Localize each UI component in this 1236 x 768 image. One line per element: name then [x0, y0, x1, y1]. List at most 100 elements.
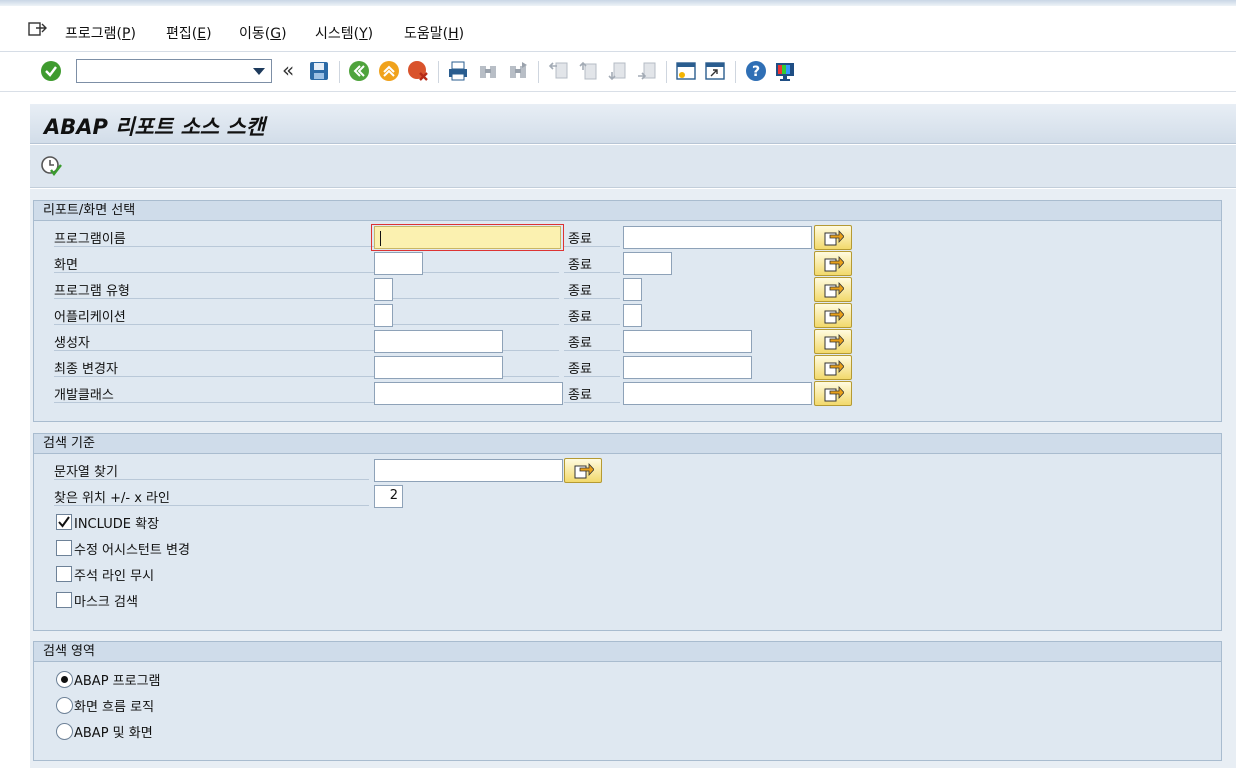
label-underline: [54, 505, 369, 506]
collapse-command-field-icon[interactable]: «: [282, 60, 294, 80]
previous-page-icon[interactable]: [577, 60, 599, 82]
exit-icon[interactable]: [378, 60, 400, 82]
multiple-selection-button[interactable]: [564, 458, 602, 483]
search-area-heading: 검색 영역: [34, 642, 1221, 662]
menu-goto[interactable]: 이동(G): [239, 23, 287, 43]
search-criteria-group: 검색 기준 문자열 찾기 찾은 위치 +/- x 라인 2 INCLUDE 확장…: [33, 433, 1222, 631]
to-label: 종료: [568, 310, 592, 325]
multiple-selection-button[interactable]: [814, 381, 852, 406]
find-icon[interactable]: [477, 60, 499, 82]
print-icon[interactable]: [447, 60, 469, 82]
enter-icon[interactable]: [40, 60, 62, 82]
application-toolbar: [30, 145, 1236, 188]
chevron-down-icon[interactable]: [253, 68, 265, 75]
save-icon[interactable]: [308, 60, 330, 82]
first-page-icon[interactable]: [547, 60, 569, 82]
to-label: 종료: [568, 388, 592, 403]
created-by-from-field[interactable]: [374, 330, 503, 353]
find-string-field[interactable]: [374, 459, 563, 482]
multiple-selection-button[interactable]: [814, 355, 852, 380]
search-criteria-heading: 검색 기준: [34, 434, 1221, 454]
mask-search-label: 마스크 검색: [74, 595, 138, 610]
include-expand-checkbox[interactable]: [56, 514, 72, 530]
text-caret: [380, 231, 381, 246]
menu-program[interactable]: 프로그램(P): [65, 23, 136, 43]
customize-layout-icon[interactable]: [774, 60, 796, 82]
command-input[interactable]: [77, 60, 247, 82]
screen-from-field[interactable]: [374, 252, 423, 275]
page-title: ABAP 리포트 소스 스캔: [44, 115, 266, 139]
created-by-row: 생성자 종료: [34, 328, 1221, 354]
modification-assistant-label: 수정 어시스턴트 변경: [74, 543, 190, 558]
found-position-field[interactable]: 2: [374, 485, 403, 508]
arrow-right-icon: [824, 229, 844, 246]
menu-help[interactable]: 도움말(H): [404, 23, 464, 43]
label-underline: [54, 298, 559, 299]
radio-selected-dot: [61, 676, 68, 683]
development-class-from-field[interactable]: [374, 382, 563, 405]
next-page-icon[interactable]: [606, 60, 628, 82]
svg-text:?: ?: [752, 64, 760, 80]
created-by-to-field[interactable]: [623, 330, 752, 353]
label-underline: [54, 479, 369, 480]
toolbar-separator: [538, 61, 539, 83]
created-by-label: 생성자: [54, 336, 90, 351]
command-field[interactable]: [76, 59, 272, 83]
program-type-to-field[interactable]: [623, 278, 642, 301]
report-selection-heading: 리포트/화면 선택: [34, 201, 1221, 221]
arrow-right-icon: [824, 281, 844, 298]
last-changed-by-to-field[interactable]: [623, 356, 752, 379]
label-underline: [564, 350, 620, 351]
create-session-icon[interactable]: [675, 60, 697, 82]
multiple-selection-button[interactable]: [814, 251, 852, 276]
arrow-right-icon: [824, 307, 844, 324]
menu-system[interactable]: 시스템(Y): [315, 23, 373, 43]
mask-search-checkbox[interactable]: [56, 592, 72, 608]
program-name-from-field[interactable]: [374, 226, 561, 249]
multiple-selection-button[interactable]: [814, 277, 852, 302]
multiple-selection-button[interactable]: [814, 303, 852, 328]
screen-flow-logic-radio[interactable]: [56, 697, 73, 714]
application-to-field[interactable]: [623, 304, 642, 327]
find-next-icon[interactable]: [507, 60, 529, 82]
application-label: 어플리케이션: [54, 310, 126, 325]
to-label: 종료: [568, 362, 592, 377]
last-changed-by-label: 최종 변경자: [54, 362, 118, 377]
program-type-from-field[interactable]: [374, 278, 393, 301]
development-class-to-field[interactable]: [623, 382, 812, 405]
to-label: 종료: [568, 284, 592, 299]
abap-and-screen-radio[interactable]: [56, 723, 73, 740]
multiple-selection-button[interactable]: [814, 225, 852, 250]
label-underline: [564, 272, 620, 273]
ignore-comments-row: 주석 라인 무시: [34, 561, 1221, 587]
execute-icon[interactable]: [40, 155, 62, 177]
last-changed-by-from-field[interactable]: [374, 356, 503, 379]
program-type-label: 프로그램 유형: [54, 284, 130, 299]
standard-toolbar: « ?: [0, 52, 1236, 92]
multiple-selection-button[interactable]: [814, 329, 852, 354]
help-icon[interactable]: ?: [745, 60, 767, 82]
to-label: 종료: [568, 258, 592, 273]
modification-assistant-checkbox[interactable]: [56, 540, 72, 556]
arrow-right-icon: [824, 255, 844, 272]
abap-program-radio[interactable]: [56, 671, 73, 688]
application-from-field[interactable]: [374, 304, 393, 327]
toolbar-separator: [666, 61, 667, 83]
label-underline: [54, 324, 559, 325]
program-name-to-field[interactable]: [623, 226, 812, 249]
menu-edit[interactable]: 편집(E): [166, 23, 212, 43]
last-page-icon[interactable]: [635, 60, 657, 82]
shortcut-icon[interactable]: [704, 60, 726, 82]
cancel-icon[interactable]: [407, 60, 429, 82]
menu-bar: 프로그램(P) 편집(E) 이동(G) 시스템(Y) 도움말(H): [0, 6, 1236, 52]
exit-menu-icon[interactable]: [28, 20, 48, 38]
back-icon[interactable]: [348, 60, 370, 82]
checkmark-icon: [58, 516, 70, 528]
screen-to-field[interactable]: [623, 252, 672, 275]
left-gutter: [0, 92, 30, 768]
include-expand-row: INCLUDE 확장: [34, 509, 1221, 535]
ignore-comments-checkbox[interactable]: [56, 566, 72, 582]
arrow-right-icon: [824, 385, 844, 402]
found-position-label: 찾은 위치 +/- x 라인: [54, 491, 170, 506]
toolbar-separator: [339, 61, 340, 83]
